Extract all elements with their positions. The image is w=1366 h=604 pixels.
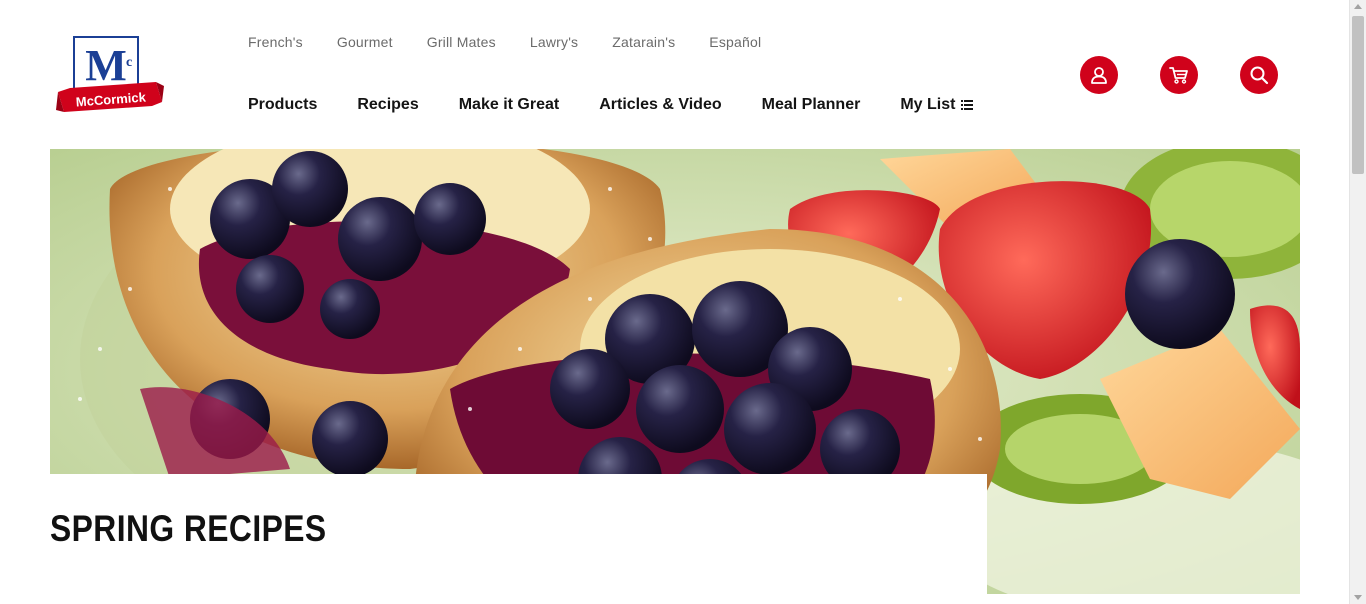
svg-text:M: M	[85, 41, 127, 90]
hero-title-card: SPRING RECIPES	[50, 474, 987, 604]
nav-recipes[interactable]: Recipes	[357, 96, 418, 114]
page-title: SPRING RECIPES	[50, 508, 327, 549]
brand-link-lawrys[interactable]: Lawry's	[530, 34, 578, 50]
nav-make-it-great-label: Make it Great	[458, 96, 560, 113]
nav-products-label: Products	[248, 96, 318, 113]
cart-icon	[1169, 67, 1188, 84]
scroll-up-arrow[interactable]	[1354, 4, 1362, 9]
page-scrollbar[interactable]	[1349, 0, 1366, 604]
brand-link-gourmet[interactable]: Gourmet	[337, 34, 393, 50]
search-button[interactable]	[1240, 56, 1278, 94]
account-button[interactable]	[1080, 56, 1118, 94]
nav-my-list[interactable]: My List	[900, 96, 974, 114]
brand-nav: French's Gourmet Grill Mates Lawry's Zat…	[248, 34, 761, 50]
scroll-down-arrow[interactable]	[1354, 595, 1362, 600]
brand-link-grill-mates[interactable]: Grill Mates	[427, 34, 496, 50]
nav-make-it-great[interactable]: Make it Great	[459, 96, 559, 114]
user-icon	[1091, 67, 1107, 84]
cart-button[interactable]	[1160, 56, 1198, 94]
list-icon	[961, 100, 974, 110]
nav-meal-planner[interactable]: Meal Planner	[762, 96, 861, 114]
nav-my-list-label: My List	[900, 96, 956, 113]
brand-link-espanol[interactable]: Español	[709, 34, 761, 50]
nav-recipes-label: Recipes	[357, 96, 419, 113]
brand-link-zatarains[interactable]: Zatarain's	[612, 34, 675, 50]
logo-image: M c McCormick	[56, 36, 164, 112]
nav-products[interactable]: Products	[248, 96, 317, 114]
nav-articles-video[interactable]: Articles & Video	[599, 96, 721, 114]
scroll-thumb[interactable]	[1352, 16, 1364, 174]
nav-meal-planner-label: Meal Planner	[761, 96, 861, 113]
brand-link-frenchs[interactable]: French's	[248, 34, 303, 50]
nav-articles-video-label: Articles & Video	[599, 96, 722, 113]
svg-text:c: c	[126, 55, 132, 70]
main-nav: Products Recipes Make it Great Articles …	[248, 96, 974, 114]
search-icon	[1250, 66, 1269, 85]
mccormick-logo[interactable]: M c McCormick	[56, 36, 164, 116]
